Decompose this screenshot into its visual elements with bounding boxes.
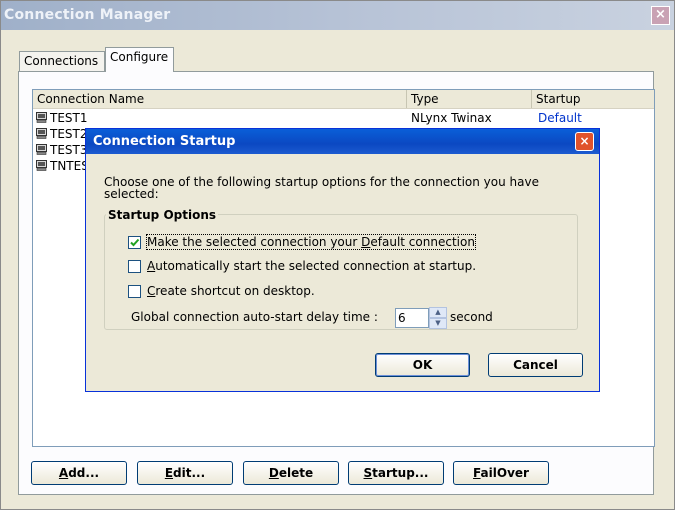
dialog-title: Connection Startup bbox=[93, 134, 236, 149]
cancel-button[interactable]: Cancel bbox=[488, 353, 583, 377]
window-title: Connection Manager bbox=[4, 7, 171, 23]
column-header-type[interactable]: Type bbox=[407, 90, 532, 108]
add-button[interactable]: Add... bbox=[31, 461, 127, 485]
startup-options-label: Startup Options bbox=[106, 208, 219, 222]
window-close-button[interactable]: × bbox=[651, 6, 670, 25]
tab-connections[interactable]: Connections bbox=[19, 51, 105, 71]
auto-start-checkbox[interactable] bbox=[128, 260, 141, 273]
connection-name: TEST2 bbox=[50, 127, 88, 141]
desktop-shortcut-checkbox[interactable] bbox=[128, 285, 141, 298]
connection-name: TEST1 bbox=[50, 111, 88, 125]
terminal-icon bbox=[36, 112, 47, 123]
delete-button[interactable]: Delete bbox=[243, 461, 339, 485]
ok-button[interactable]: OK bbox=[375, 353, 470, 377]
dialog-close-button[interactable]: × bbox=[575, 132, 594, 151]
edit-button[interactable]: Edit... bbox=[137, 461, 233, 485]
delay-unit-label: second bbox=[450, 310, 493, 324]
terminal-icon bbox=[36, 160, 47, 171]
desktop-shortcut-label[interactable]: Create shortcut on desktop. bbox=[147, 284, 315, 298]
default-connection-label[interactable]: Make the selected connection your Defaul… bbox=[146, 234, 476, 250]
dialog-message: Choose one of the following startup opti… bbox=[104, 175, 539, 201]
spin-up-icon[interactable]: ▲ bbox=[429, 307, 447, 318]
default-connection-checkbox[interactable] bbox=[128, 236, 141, 249]
connection-name: TNTES bbox=[50, 159, 89, 173]
delay-time-input[interactable]: 6 bbox=[395, 308, 429, 328]
connection-type: NLynx Twinax bbox=[411, 111, 492, 125]
delay-time-spinner[interactable]: ▲ ▼ bbox=[429, 307, 447, 329]
dialog-titlebar[interactable]: Connection Startup × bbox=[86, 129, 599, 154]
delay-time-label: Global connection auto-start delay time … bbox=[131, 310, 378, 324]
window-titlebar[interactable]: Connection Manager × bbox=[1, 1, 674, 30]
terminal-icon bbox=[36, 144, 47, 155]
column-header-name[interactable]: Connection Name bbox=[33, 90, 407, 108]
tab-configure[interactable]: Configure bbox=[105, 47, 174, 72]
failover-button[interactable]: FailOver bbox=[453, 461, 549, 485]
connection-startup-dialog: Connection Startup × Choose one of the f… bbox=[85, 128, 600, 392]
connection-startup: Default bbox=[538, 111, 582, 125]
list-header: Connection Name Type Startup bbox=[33, 90, 654, 109]
startup-button[interactable]: Startup... bbox=[348, 461, 444, 485]
checkmark-icon bbox=[130, 238, 140, 247]
list-item[interactable]: TEST1 NLynx Twinax Default bbox=[33, 110, 654, 126]
terminal-icon bbox=[36, 128, 47, 139]
connection-name: TEST3 bbox=[50, 143, 88, 157]
auto-start-label[interactable]: Automatically start the selected connect… bbox=[147, 259, 476, 273]
spin-down-icon[interactable]: ▼ bbox=[429, 318, 447, 329]
column-header-startup[interactable]: Startup bbox=[532, 90, 654, 108]
